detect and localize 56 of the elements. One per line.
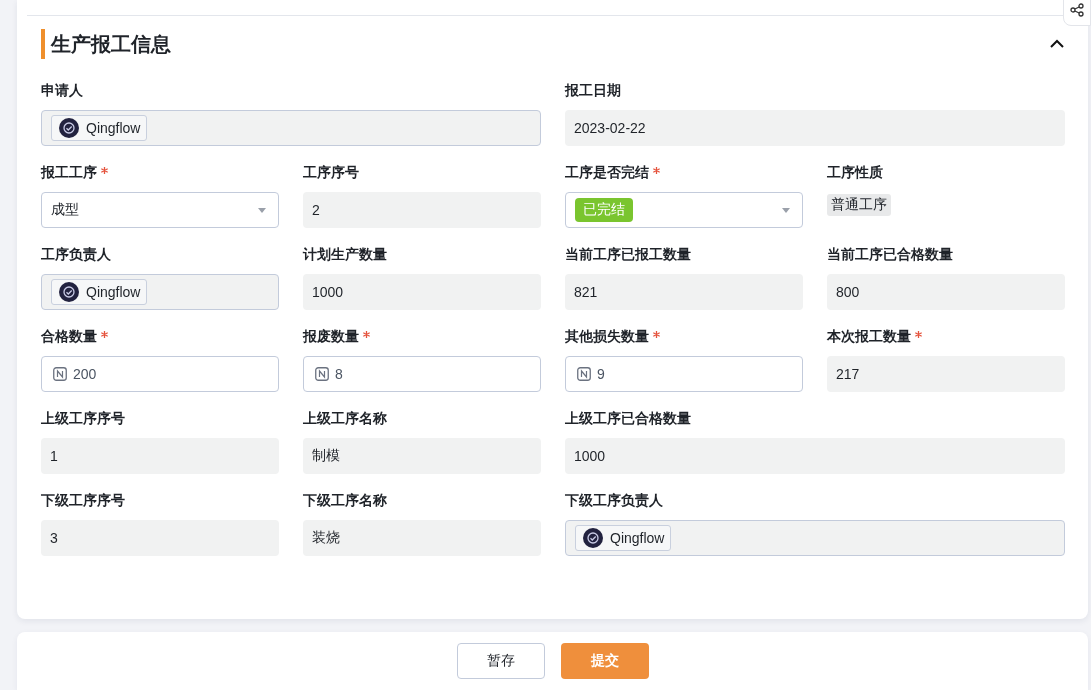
field-label: 工序是否完结 xyxy=(565,164,649,182)
number-field[interactable]: 9 xyxy=(565,356,803,392)
field-label: 其他损失数量 xyxy=(565,328,649,346)
field-label: 当前工序已报工数量 xyxy=(565,246,691,264)
readonly-field: 1000 xyxy=(565,438,1065,474)
field-label: 下级工序序号 xyxy=(41,492,125,510)
field-label: 报废数量 xyxy=(303,328,359,346)
field-label: 当前工序已合格数量 xyxy=(827,246,953,264)
chevron-icon[interactable] xyxy=(1049,39,1065,49)
field-label: 上级工序已合格数量 xyxy=(565,410,691,428)
avatar-icon xyxy=(59,282,79,302)
user-chip: Qingflow xyxy=(51,115,148,141)
readonly-field: 制模 xyxy=(303,438,541,474)
field-label: 上级工序序号 xyxy=(41,410,125,428)
readonly-field: 800 xyxy=(827,274,1065,310)
field-label: 上级工序名称 xyxy=(303,410,387,428)
field-label: 报工日期 xyxy=(565,82,621,100)
select-field[interactable]: 成型 xyxy=(41,192,279,228)
accent-bar xyxy=(41,29,45,59)
type-tag: 普通工序 xyxy=(827,194,891,216)
field-label: 本次报工数量 xyxy=(827,328,911,346)
readonly-field: 2023-02-22 xyxy=(565,110,1065,146)
field-label: 工序序号 xyxy=(303,164,359,182)
readonly-field: 1000 xyxy=(303,274,541,310)
caret-icon xyxy=(258,207,266,213)
number-icon xyxy=(53,367,67,381)
user-field[interactable]: Qingflow xyxy=(565,520,1065,556)
number-icon xyxy=(577,367,591,381)
user-chip: Qingflow xyxy=(51,279,148,305)
share-button[interactable] xyxy=(1063,0,1091,26)
field-label: 合格数量 xyxy=(41,328,97,346)
save-draft-button[interactable]: 暂存 xyxy=(456,643,545,679)
number-field[interactable]: 8 xyxy=(303,356,541,392)
field-label: 报工工序 xyxy=(41,164,97,182)
avatar-icon xyxy=(59,118,79,138)
readonly-field: 1 xyxy=(41,438,279,474)
field-label: 下级工序负责人 xyxy=(565,492,663,510)
readonly-field: 3 xyxy=(41,520,279,556)
avatar-icon xyxy=(583,528,603,548)
readonly-field: 2 xyxy=(303,192,541,228)
user-field[interactable]: Qingflow xyxy=(41,110,541,146)
field-label: 计划生产数量 xyxy=(303,246,387,264)
readonly-field: 装烧 xyxy=(303,520,541,556)
readonly-field: 217 xyxy=(827,356,1065,392)
number-icon xyxy=(315,367,329,381)
section-title: 生产报工信息 xyxy=(51,31,171,57)
caret-icon xyxy=(782,207,790,213)
number-field[interactable]: 200 xyxy=(41,356,279,392)
share-icon xyxy=(1070,3,1084,17)
field-label: 申请人 xyxy=(41,82,83,100)
field-label: 工序性质 xyxy=(827,164,883,182)
field-label: 工序负责人 xyxy=(41,246,111,264)
field-label: 下级工序名称 xyxy=(303,492,387,510)
readonly-field: 821 xyxy=(565,274,803,310)
user-field[interactable]: Qingflow xyxy=(41,274,279,310)
user-chip: Qingflow xyxy=(575,525,672,551)
